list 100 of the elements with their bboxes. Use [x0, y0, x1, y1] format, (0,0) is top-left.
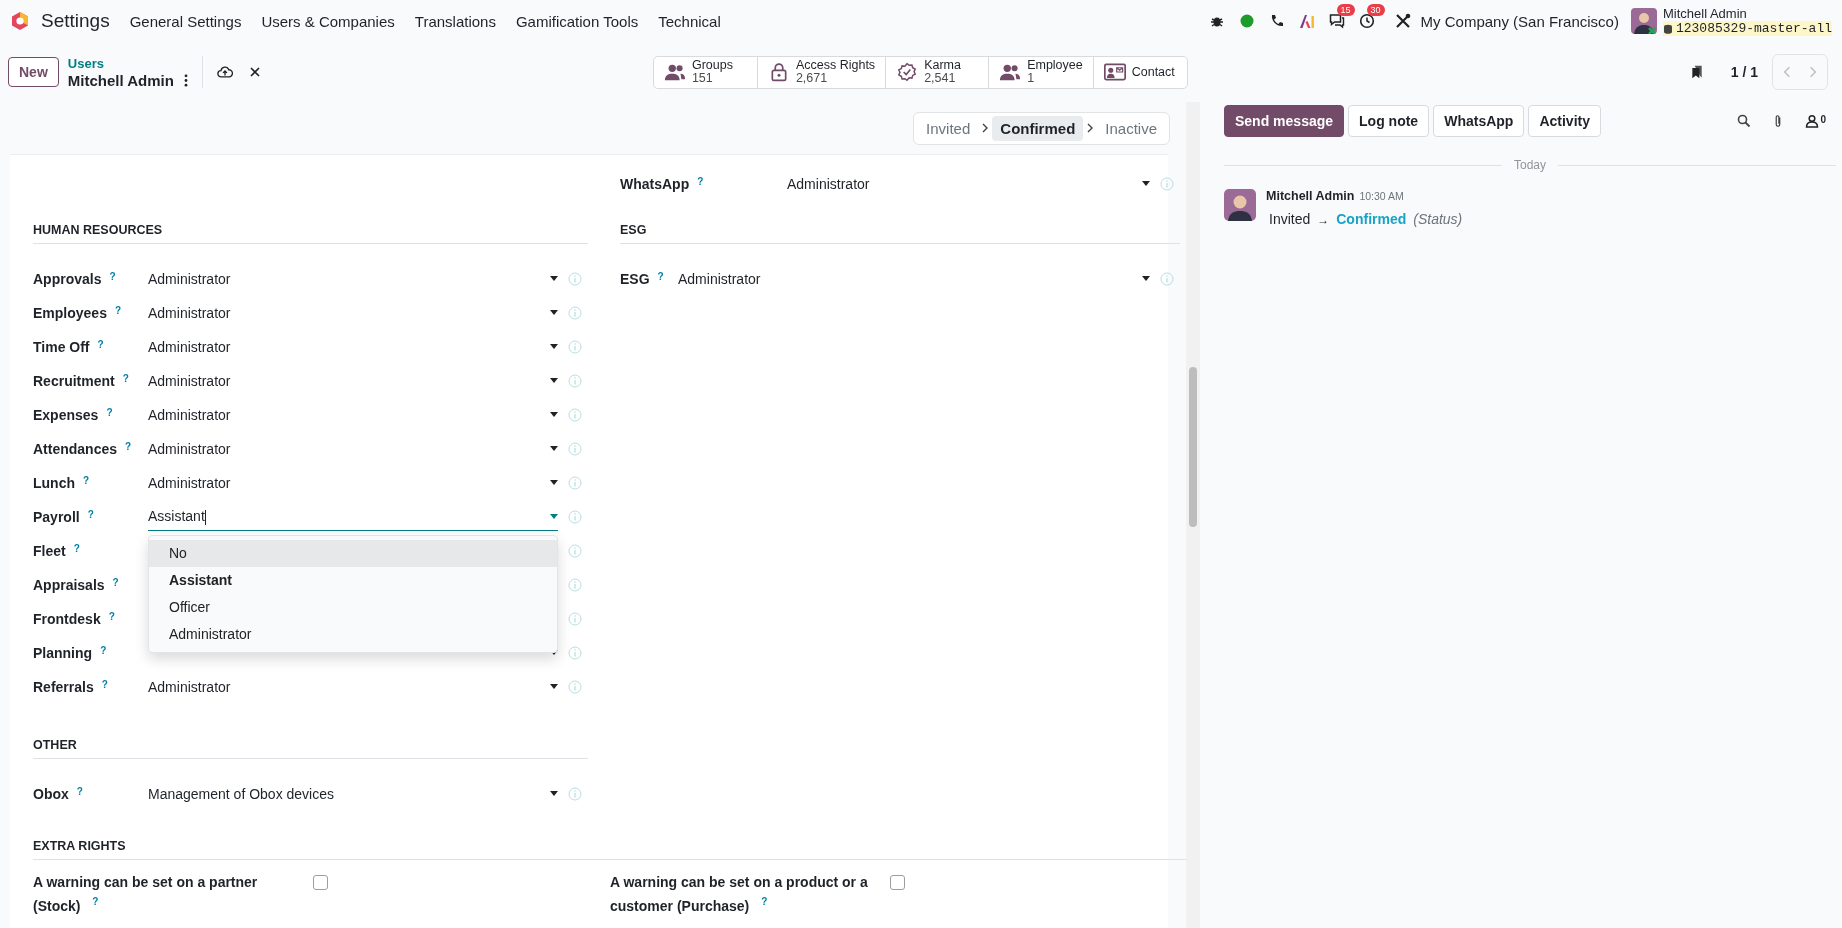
select-field[interactable]: Administrator — [148, 299, 558, 327]
select-field[interactable]: Administrator — [787, 170, 1150, 198]
more-icon[interactable] — [183, 74, 188, 87]
previous-icon[interactable] — [1783, 65, 1791, 79]
select-field[interactable]: Administrator — [148, 673, 558, 701]
field-label: Employees — [33, 305, 107, 321]
info-icon[interactable] — [568, 510, 582, 524]
app-logo-icon[interactable] — [10, 11, 30, 31]
status-stage[interactable]: Confirmed — [992, 115, 1084, 141]
info-icon[interactable] — [1160, 177, 1174, 191]
field-label: Appraisals — [33, 577, 105, 593]
field-label: ESG — [620, 271, 650, 287]
help-mark[interactable]: ? — [100, 645, 107, 656]
caret-icon — [550, 310, 558, 315]
help-mark[interactable]: ? — [97, 339, 104, 350]
scrollbar[interactable] — [1186, 102, 1200, 928]
chatter-button[interactable]: Send message — [1224, 105, 1345, 137]
chat-icon[interactable] — [1328, 13, 1345, 29]
person-icon[interactable] — [1805, 114, 1820, 128]
old-value: Invited — [1269, 211, 1311, 227]
checkbox[interactable] — [890, 875, 905, 890]
chatter-button[interactable]: WhatsApp — [1433, 105, 1525, 137]
info-icon[interactable] — [568, 612, 582, 626]
info-icon[interactable] — [568, 578, 582, 592]
info-icon[interactable] — [568, 787, 582, 801]
select-field[interactable]: Management of Obox devices — [148, 780, 558, 808]
select-field[interactable]: Administrator — [148, 435, 558, 463]
user-name[interactable]: Mitchell Admin — [1662, 6, 1832, 21]
database-icon — [1662, 23, 1673, 34]
menu-item[interactable]: Technical — [658, 12, 721, 30]
info-icon[interactable] — [568, 646, 582, 660]
select-field[interactable]: Administrator — [148, 333, 558, 361]
info-icon[interactable] — [568, 306, 582, 320]
help-mark[interactable]: ? — [109, 271, 116, 282]
help-mark[interactable]: ? — [87, 509, 94, 520]
message-author[interactable]: Mitchell Admin — [1266, 189, 1355, 203]
dropdown-option[interactable]: Administrator — [149, 620, 557, 648]
company-switcher[interactable]: My Company (San Francisco) — [1420, 12, 1619, 30]
status-dot-icon[interactable] — [1238, 13, 1255, 29]
info-icon[interactable] — [568, 340, 582, 354]
field-label: Recruitment — [33, 373, 115, 389]
info-icon[interactable] — [568, 544, 582, 558]
menu-item[interactable]: Translations — [414, 12, 496, 30]
info-icon[interactable] — [568, 476, 582, 490]
help-mark[interactable]: ? — [697, 176, 704, 187]
help-mark[interactable]: ? — [106, 407, 113, 418]
app-title[interactable]: Settings — [41, 10, 110, 32]
help-mark[interactable]: ? — [108, 611, 115, 622]
menu-item[interactable]: Users & Companies — [261, 12, 395, 30]
caret-icon — [550, 344, 558, 349]
select-field[interactable]: Administrator — [148, 367, 558, 395]
status-stage[interactable]: Invited — [918, 115, 979, 141]
dropdown-option[interactable]: No — [149, 539, 557, 567]
chatter-button[interactable]: Log note — [1348, 105, 1430, 137]
section-title: OTHER — [33, 738, 588, 759]
help-mark[interactable]: ? — [76, 786, 83, 797]
help-mark[interactable]: ? — [101, 679, 108, 690]
clock-icon[interactable] — [1358, 13, 1375, 29]
help-mark[interactable]: ? — [122, 373, 129, 384]
menu-item[interactable]: General Settings — [129, 12, 242, 30]
follower-count: 0 — [1820, 114, 1826, 125]
dropdown-option[interactable]: Officer — [149, 593, 557, 621]
field-label: Time Off — [33, 339, 90, 355]
info-icon[interactable] — [1160, 272, 1174, 286]
section-title: HUMAN RESOURCES — [33, 223, 588, 244]
user-avatar-icon[interactable] — [1630, 8, 1657, 34]
database-name: 123085329-master-all — [1662, 21, 1832, 36]
info-icon[interactable] — [568, 272, 582, 286]
info-icon[interactable] — [568, 408, 582, 422]
info-icon[interactable] — [568, 442, 582, 456]
help-mark[interactable]: ? — [83, 475, 90, 486]
help-mark[interactable]: ? — [73, 543, 80, 554]
help-mark[interactable]: ? — [112, 577, 119, 588]
info-icon[interactable] — [568, 680, 582, 694]
new-button[interactable]: New — [8, 57, 59, 87]
help-mark[interactable]: ? — [125, 441, 132, 452]
select-field[interactable]: Administrator — [148, 469, 558, 497]
cloud-upload-icon[interactable] — [216, 65, 233, 79]
select-field[interactable]: Administrator — [678, 265, 1150, 293]
next-icon[interactable] — [1809, 65, 1817, 79]
chatter-button[interactable]: Activity — [1528, 105, 1601, 137]
ai-icon[interactable] — [1298, 13, 1315, 29]
status-stage[interactable]: Inactive — [1097, 115, 1165, 141]
breadcrumb-link[interactable]: Users — [67, 55, 188, 72]
smart-button[interactable]: Contact — [1092, 56, 1187, 88]
users-icon — [663, 62, 686, 82]
dropdown-option[interactable]: Assistant — [149, 566, 557, 594]
search-icon[interactable] — [1737, 114, 1752, 128]
info-icon[interactable] — [568, 374, 582, 388]
select-field[interactable]: Administrator — [148, 401, 558, 429]
pager-value[interactable]: 1 / 1 — [1730, 64, 1758, 80]
tools-icon[interactable] — [1394, 13, 1411, 29]
field-label: WhatsApp — [620, 176, 690, 192]
field-label: Referrals — [33, 679, 94, 695]
caret-icon — [1142, 181, 1150, 186]
checkbox[interactable] — [313, 875, 328, 890]
menu-item[interactable]: Gamification Tools — [515, 12, 639, 30]
select-field[interactable]: Administrator — [148, 265, 558, 293]
help-mark[interactable]: ? — [657, 271, 664, 282]
help-mark[interactable]: ? — [114, 305, 122, 316]
